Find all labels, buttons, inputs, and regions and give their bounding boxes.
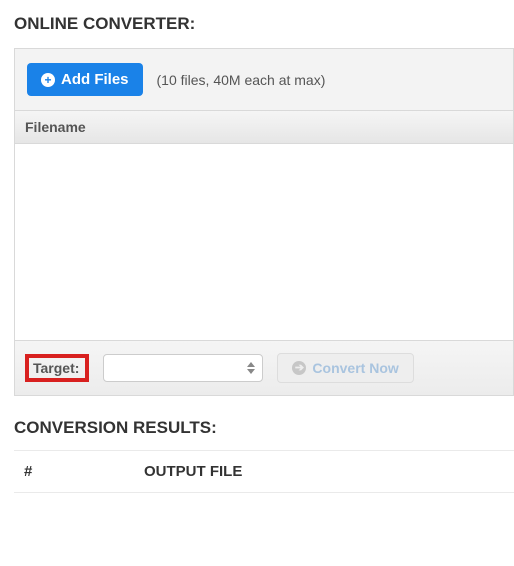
- converter-toolbar: + Add Files (10 files, 40M each at max): [15, 49, 513, 111]
- files-note: (10 files, 40M each at max): [157, 72, 326, 88]
- add-files-button[interactable]: + Add Files: [27, 63, 143, 96]
- arrow-right-icon: ➔: [292, 361, 306, 375]
- add-icon: +: [41, 73, 55, 87]
- results-table-head: # OUTPUT FILE: [14, 450, 514, 493]
- converter-footer: Target: ➔ Convert Now: [15, 340, 513, 395]
- convert-now-button[interactable]: ➔ Convert Now: [277, 353, 413, 383]
- target-select[interactable]: [103, 354, 263, 382]
- target-label: Target:: [31, 360, 79, 376]
- target-highlight: Target:: [25, 354, 89, 382]
- convert-now-label: Convert Now: [312, 360, 398, 376]
- results-title: CONVERSION RESULTS:: [14, 418, 514, 438]
- results-col-num: #: [24, 463, 144, 480]
- files-list: [15, 144, 513, 340]
- target-select-wrap: [103, 354, 263, 382]
- add-files-label: Add Files: [61, 71, 129, 88]
- filename-header: Filename: [15, 111, 513, 144]
- converter-title: ONLINE CONVERTER:: [14, 14, 514, 34]
- results-col-file: OUTPUT FILE: [144, 463, 242, 480]
- converter-panel: + Add Files (10 files, 40M each at max) …: [14, 48, 514, 396]
